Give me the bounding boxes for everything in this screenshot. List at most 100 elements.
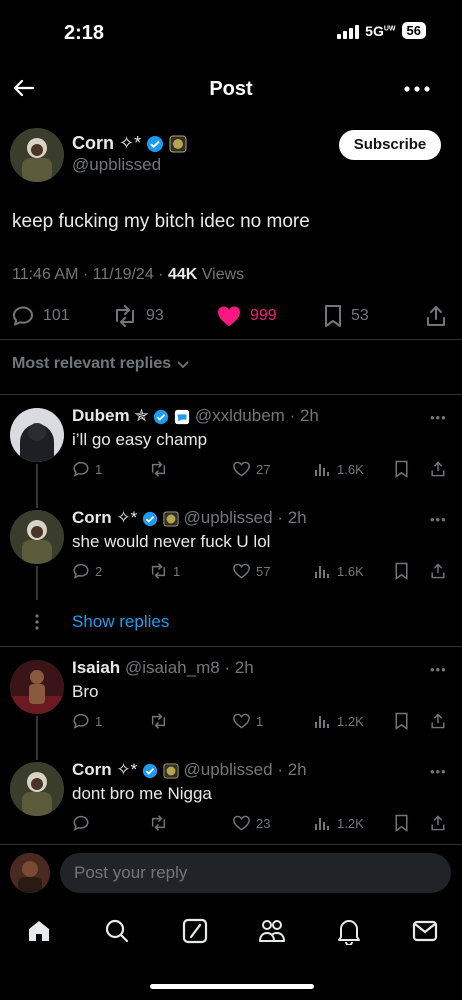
reply-item[interactable]: Corn ✧* @upblissed · 2h ••• she would ne…	[0, 506, 462, 602]
reply-author-handle[interactable]: @xxldubem	[195, 406, 285, 425]
views-button[interactable]: 1.2K	[314, 814, 364, 832]
author-name-row[interactable]: Corn ✧*	[72, 133, 187, 154]
reply-icon	[73, 713, 89, 729]
share-icon	[431, 713, 445, 729]
repost-button[interactable]	[149, 712, 173, 730]
like-button[interactable]: 57	[232, 562, 270, 580]
reply-text: dont bro me Nigga	[72, 784, 212, 803]
share-button[interactable]	[430, 712, 446, 730]
reply-actions: 2 1 57 1.6K	[72, 562, 452, 584]
thread-line	[36, 464, 38, 508]
divider	[0, 844, 462, 845]
reply-avatar[interactable]	[10, 408, 64, 462]
home-icon[interactable]	[26, 918, 52, 944]
grok-icon[interactable]	[182, 918, 208, 944]
reply-time: · 2h	[277, 760, 307, 779]
reply-author-name[interactable]: Isaiah	[72, 658, 120, 677]
reply-button[interactable]: 2	[72, 562, 102, 580]
share-button[interactable]	[430, 814, 446, 832]
repost-button[interactable]: 1	[149, 562, 180, 580]
messages-icon[interactable]	[412, 919, 438, 943]
network-label: 5GUW	[365, 22, 396, 39]
show-replies-link[interactable]: Show replies	[72, 612, 169, 632]
top-nav: Post	[0, 66, 462, 112]
share-icon	[427, 306, 445, 326]
reply-author-handle[interactable]: @isaiah_m8	[125, 658, 220, 677]
share-button[interactable]	[425, 304, 447, 328]
reply-button[interactable]: 1	[72, 712, 102, 730]
my-avatar[interactable]	[10, 853, 50, 893]
sort-replies-dropdown[interactable]: Most relevant replies	[12, 355, 190, 373]
reply-button[interactable]	[72, 814, 95, 832]
reply-avatar[interactable]	[10, 762, 64, 816]
reply-icon	[13, 306, 33, 326]
notifications-icon[interactable]	[336, 917, 362, 945]
subscribe-button[interactable]: Subscribe	[339, 130, 441, 160]
repost-button[interactable]	[149, 460, 173, 478]
repost-icon	[116, 305, 134, 327]
bookmark-button[interactable]: 53	[323, 304, 369, 328]
reply-author-handle[interactable]: @upblissed	[183, 508, 272, 527]
reply-header: Corn ✧* @upblissed · 2h	[72, 508, 307, 528]
reply-item[interactable]: Dubem ✯ @xxldubem · 2h ••• i’ll go easy …	[0, 404, 462, 500]
affiliate-badge-icon	[169, 135, 187, 153]
reply-input[interactable]: Post your reply	[60, 853, 451, 893]
search-icon[interactable]	[104, 918, 130, 944]
views-button[interactable]: 1.2K	[314, 712, 364, 730]
reply-avatar[interactable]	[10, 660, 64, 714]
reply-time: · 2h	[224, 658, 254, 677]
reply-icon	[73, 563, 89, 579]
heart-icon	[233, 563, 250, 579]
reply-button[interactable]: 101	[11, 304, 70, 328]
bottom-tab-bar	[0, 906, 462, 956]
more-options-icon[interactable]	[404, 86, 430, 92]
author-handle[interactable]: @upblissed	[72, 155, 161, 175]
views-button[interactable]: 1.6K	[314, 562, 364, 580]
affiliate-badge-icon	[163, 762, 179, 779]
like-button[interactable]: 27	[232, 460, 270, 478]
like-button[interactable]: 23	[232, 814, 270, 832]
reply-button[interactable]: 1	[72, 460, 102, 478]
views-icon	[315, 716, 329, 728]
reply-author-name[interactable]: Corn	[72, 760, 112, 779]
views-button[interactable]: 1.6K	[314, 460, 364, 478]
bookmark-button[interactable]	[394, 460, 409, 478]
views-count: 1.2K	[337, 815, 364, 831]
reply-more-icon[interactable]: •••	[430, 764, 447, 779]
repost-button[interactable]	[149, 814, 173, 832]
reply-item[interactable]: Corn ✧* @upblissed · 2h ••• dont bro me …	[0, 758, 462, 842]
verified-badge-icon	[146, 135, 164, 153]
reply-count: 101	[43, 307, 70, 324]
reply-item[interactable]: Isaiah @isaiah_m8 · 2h ••• Bro 1 1 1.2K	[0, 656, 462, 752]
reply-author-name[interactable]: Corn	[72, 508, 112, 527]
repost-count: 93	[146, 307, 164, 324]
bookmark-button[interactable]	[394, 562, 409, 580]
views-count: 1.6K	[337, 563, 364, 579]
reply-header: Isaiah @isaiah_m8 · 2h	[72, 658, 254, 678]
reply-more-icon[interactable]: •••	[430, 410, 447, 425]
bookmark-button[interactable]	[394, 712, 409, 730]
reply-icon	[73, 815, 89, 831]
reply-icon	[73, 461, 89, 477]
like-button[interactable]: 1	[232, 712, 263, 730]
reply-count: 2	[95, 563, 103, 579]
reply-more-icon[interactable]: •••	[430, 662, 447, 677]
author-name[interactable]: Corn	[72, 133, 114, 153]
repost-button[interactable]: 93	[112, 304, 164, 328]
author-avatar[interactable]	[10, 128, 64, 182]
bookmark-button[interactable]	[394, 814, 409, 832]
reply-avatar[interactable]	[10, 510, 64, 564]
reply-author-name[interactable]: Dubem	[72, 406, 130, 425]
communities-icon[interactable]	[258, 917, 286, 945]
share-button[interactable]	[430, 460, 446, 478]
share-button[interactable]	[430, 562, 446, 580]
reply-more-icon[interactable]: •••	[430, 512, 447, 527]
like-button[interactable]: 999	[216, 304, 277, 328]
post-text: keep fucking my bitch idec no more	[12, 211, 310, 232]
views-icon	[315, 464, 329, 476]
like-count: 23	[256, 815, 271, 831]
reply-time: · 2h	[289, 406, 319, 425]
reply-author-handle[interactable]: @upblissed	[183, 760, 272, 779]
repost-icon	[151, 815, 166, 831]
affiliate-badge-icon	[174, 409, 190, 425]
